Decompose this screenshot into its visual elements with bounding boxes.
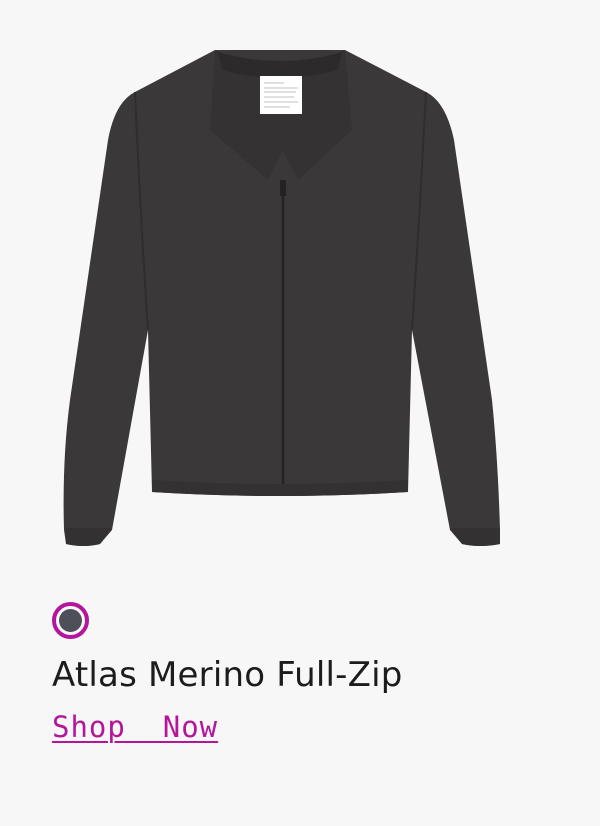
shop-now-link[interactable]: Shop Now: [52, 710, 218, 744]
zipper-pull: [280, 180, 286, 196]
color-swatch-fill: [59, 609, 82, 632]
product-card: Atlas Merino Full-Zip Shop Now: [0, 0, 600, 826]
left-cuff: [66, 528, 112, 546]
color-swatch-selected[interactable]: [52, 602, 89, 639]
product-name: Atlas Merino Full-Zip: [52, 655, 403, 695]
product-image[interactable]: [40, 30, 560, 560]
garment-label-tag: [260, 76, 302, 114]
right-cuff: [450, 528, 500, 546]
